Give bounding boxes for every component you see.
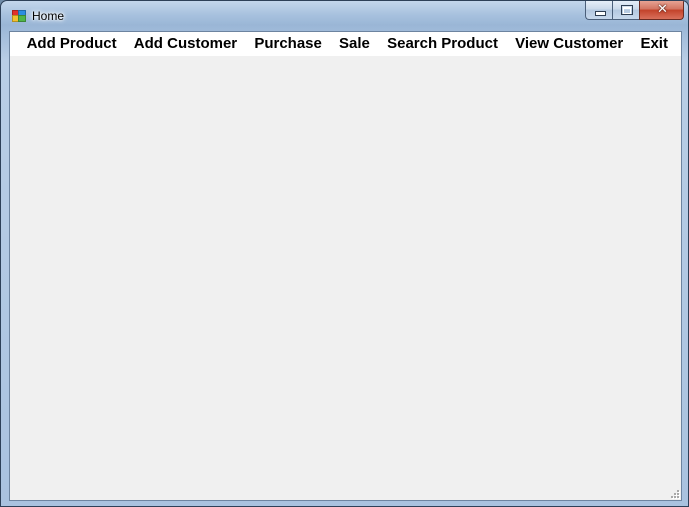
menu-item-exit[interactable]: Exit <box>632 33 677 55</box>
maximize-button[interactable] <box>612 1 639 20</box>
menu-bar: Add Product Add Customer Purchase Sale S… <box>10 32 681 56</box>
caption-buttons: ✕ <box>585 1 684 21</box>
close-button[interactable]: ✕ <box>639 1 684 20</box>
windows-form-icon[interactable] <box>12 10 26 22</box>
client-area: Add Product Add Customer Purchase Sale S… <box>9 31 682 501</box>
size-grip-icon[interactable] <box>670 489 680 499</box>
minimize-button[interactable] <box>585 1 612 20</box>
maximize-icon <box>621 5 633 15</box>
menu-item-purchase[interactable]: Purchase <box>246 33 331 55</box>
minimize-icon <box>595 11 606 16</box>
home-window: Home ✕ Add Product Add Customer Purchase… <box>0 0 689 507</box>
window-title: Home <box>32 9 65 23</box>
menu-item-view-customer[interactable]: View Customer <box>507 33 632 55</box>
menu-item-sale[interactable]: Sale <box>330 33 378 55</box>
menu-item-search-product[interactable]: Search Product <box>379 33 507 55</box>
menu-item-add-customer[interactable]: Add Customer <box>125 33 246 55</box>
main-content-area <box>10 56 681 500</box>
close-icon: ✕ <box>657 2 668 17</box>
menu-item-add-product[interactable]: Add Product <box>18 33 125 55</box>
title-bar[interactable]: Home ✕ <box>1 1 688 32</box>
